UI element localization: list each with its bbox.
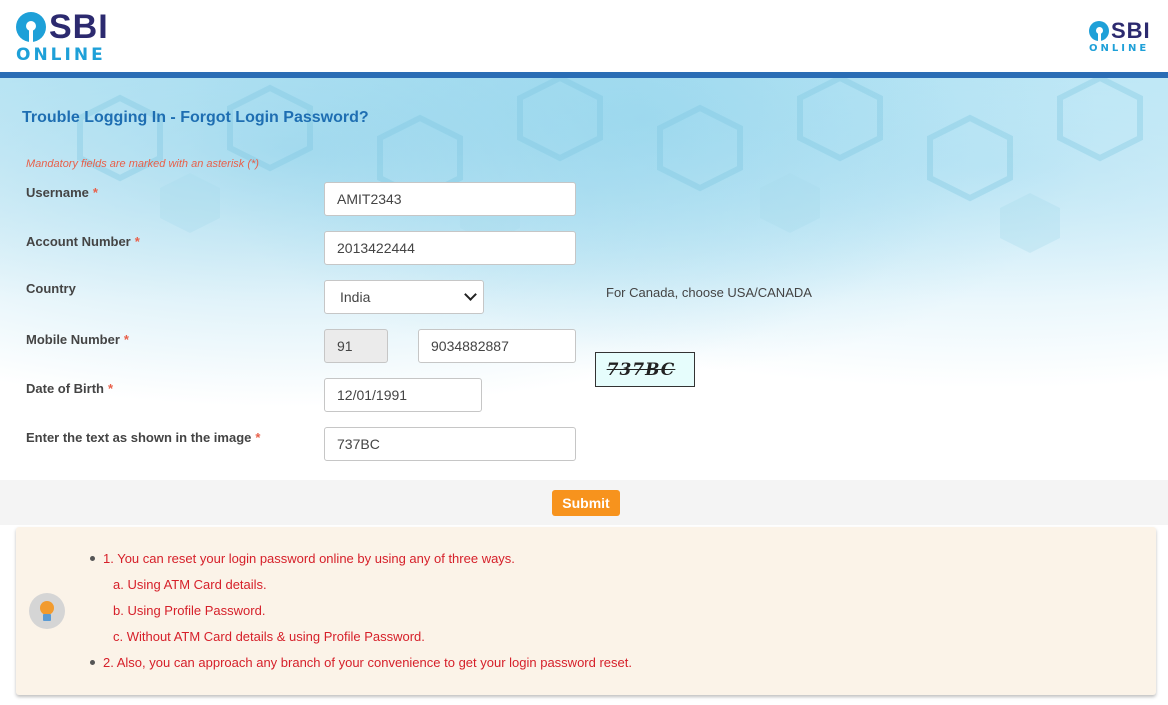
captcha-label: Enter the text as shown in the image * xyxy=(26,430,260,445)
lightbulb-icon xyxy=(29,593,65,629)
required-asterisk: * xyxy=(108,381,114,396)
date-of-birth-label: Date of Birth * xyxy=(26,381,113,396)
forgot-password-form: Trouble Logging In - Forgot Login Passwo… xyxy=(0,78,1168,480)
required-asterisk: * xyxy=(134,234,140,249)
country-hint: For Canada, choose USA/CANADA xyxy=(606,285,812,300)
logo-text: SBI xyxy=(49,8,109,46)
captcha-image-text: 737BC xyxy=(606,359,676,380)
account-number-input[interactable]: 2013422444 xyxy=(324,231,576,265)
country-label: Country xyxy=(26,281,76,296)
info-line-2: 2. Also, you can approach any branch of … xyxy=(103,655,632,670)
sbi-logo-icon xyxy=(1089,21,1109,41)
mobile-number-label: Mobile Number * xyxy=(26,332,129,347)
info-line-1a: a. Using ATM Card details. xyxy=(113,577,267,592)
required-asterisk: * xyxy=(123,332,129,347)
country-label-text: Country xyxy=(26,281,76,296)
chevron-down-icon xyxy=(464,288,477,301)
logo-subtext: ONLINE xyxy=(16,45,106,65)
submit-button[interactable]: Submit xyxy=(552,490,620,516)
country-selected-value: India xyxy=(340,289,371,305)
sbi-logo-icon xyxy=(16,12,46,42)
bulb-base xyxy=(43,614,51,621)
sbi-online-logo-right: SBI ONLINE xyxy=(1089,20,1151,54)
page-header: SBI ONLINE SBI ONLINE xyxy=(0,0,1168,72)
info-line-1b: b. Using Profile Password. xyxy=(113,603,266,618)
country-select[interactable]: India xyxy=(324,280,484,314)
captcha-image: 737BC xyxy=(595,352,695,387)
country-code-input: 91 xyxy=(324,329,388,363)
bullet xyxy=(90,556,95,561)
username-label-text: Username xyxy=(26,185,89,200)
required-asterisk: * xyxy=(92,185,98,200)
captcha-label-text: Enter the text as shown in the image xyxy=(26,430,252,445)
sbi-online-logo[interactable]: SBI ONLINE xyxy=(16,10,109,65)
page-title: Trouble Logging In - Forgot Login Passwo… xyxy=(22,109,369,126)
required-asterisk: * xyxy=(255,430,261,445)
bulb-glass xyxy=(40,601,54,615)
account-number-label-text: Account Number xyxy=(26,234,131,249)
username-label: Username * xyxy=(26,185,98,200)
logo-text: SBI xyxy=(1111,18,1151,43)
date-of-birth-label-text: Date of Birth xyxy=(26,381,104,396)
captcha-input[interactable]: 737BC xyxy=(324,427,576,461)
date-of-birth-input[interactable]: 12/01/1991 xyxy=(324,378,482,412)
username-input[interactable]: AMIT2343 xyxy=(324,182,576,216)
mobile-number-label-text: Mobile Number xyxy=(26,332,120,347)
mobile-number-input[interactable]: 9034882887 xyxy=(418,329,576,363)
bullet xyxy=(90,660,95,665)
account-number-label: Account Number * xyxy=(26,234,140,249)
info-line-1: 1. You can reset your login password onl… xyxy=(103,551,515,566)
mandatory-note: Mandatory fields are marked with an aste… xyxy=(26,158,259,170)
info-line-1c: c. Without ATM Card details & using Prof… xyxy=(113,629,425,644)
logo-subtext: ONLINE xyxy=(1089,43,1150,54)
info-panel: 1. You can reset your login password onl… xyxy=(16,527,1156,695)
